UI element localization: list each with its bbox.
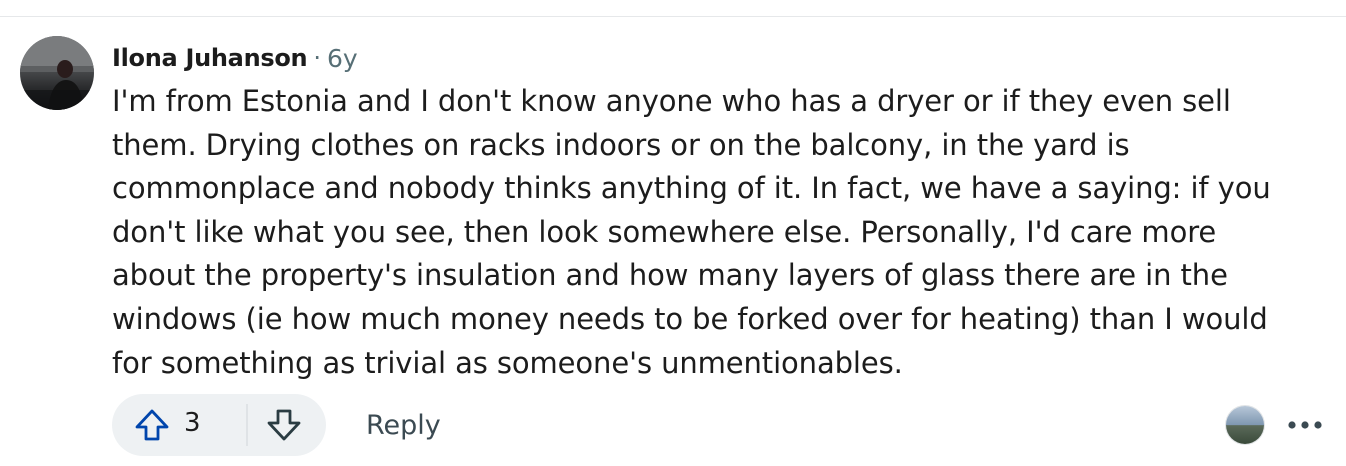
user-avatar[interactable] [20, 36, 94, 110]
award-icon[interactable] [1226, 406, 1264, 444]
reply-button[interactable]: Reply [342, 394, 465, 456]
comment-body: I'm from Estonia and I don't know anyone… [112, 84, 1271, 380]
upvote-button[interactable] [132, 406, 172, 444]
avatar-silhouette [20, 36, 94, 110]
arrow-down-outline-icon [267, 409, 301, 441]
vote-controls: 3 [112, 394, 326, 456]
top-divider [0, 16, 1346, 17]
downvote-button[interactable] [264, 406, 304, 444]
more-horizontal-icon [1288, 421, 1322, 429]
more-options-button[interactable] [1280, 400, 1330, 450]
comment-age[interactable]: 6y [327, 44, 358, 73]
arrow-up-outline-icon [135, 409, 169, 441]
author-name[interactable]: Ilona Juhanson [112, 44, 308, 72]
comment-meta: Ilona Juhanson · 6y [112, 40, 358, 76]
vote-divider [246, 404, 248, 446]
meta-separator: · [313, 44, 321, 72]
vote-count: 3 [184, 408, 201, 438]
